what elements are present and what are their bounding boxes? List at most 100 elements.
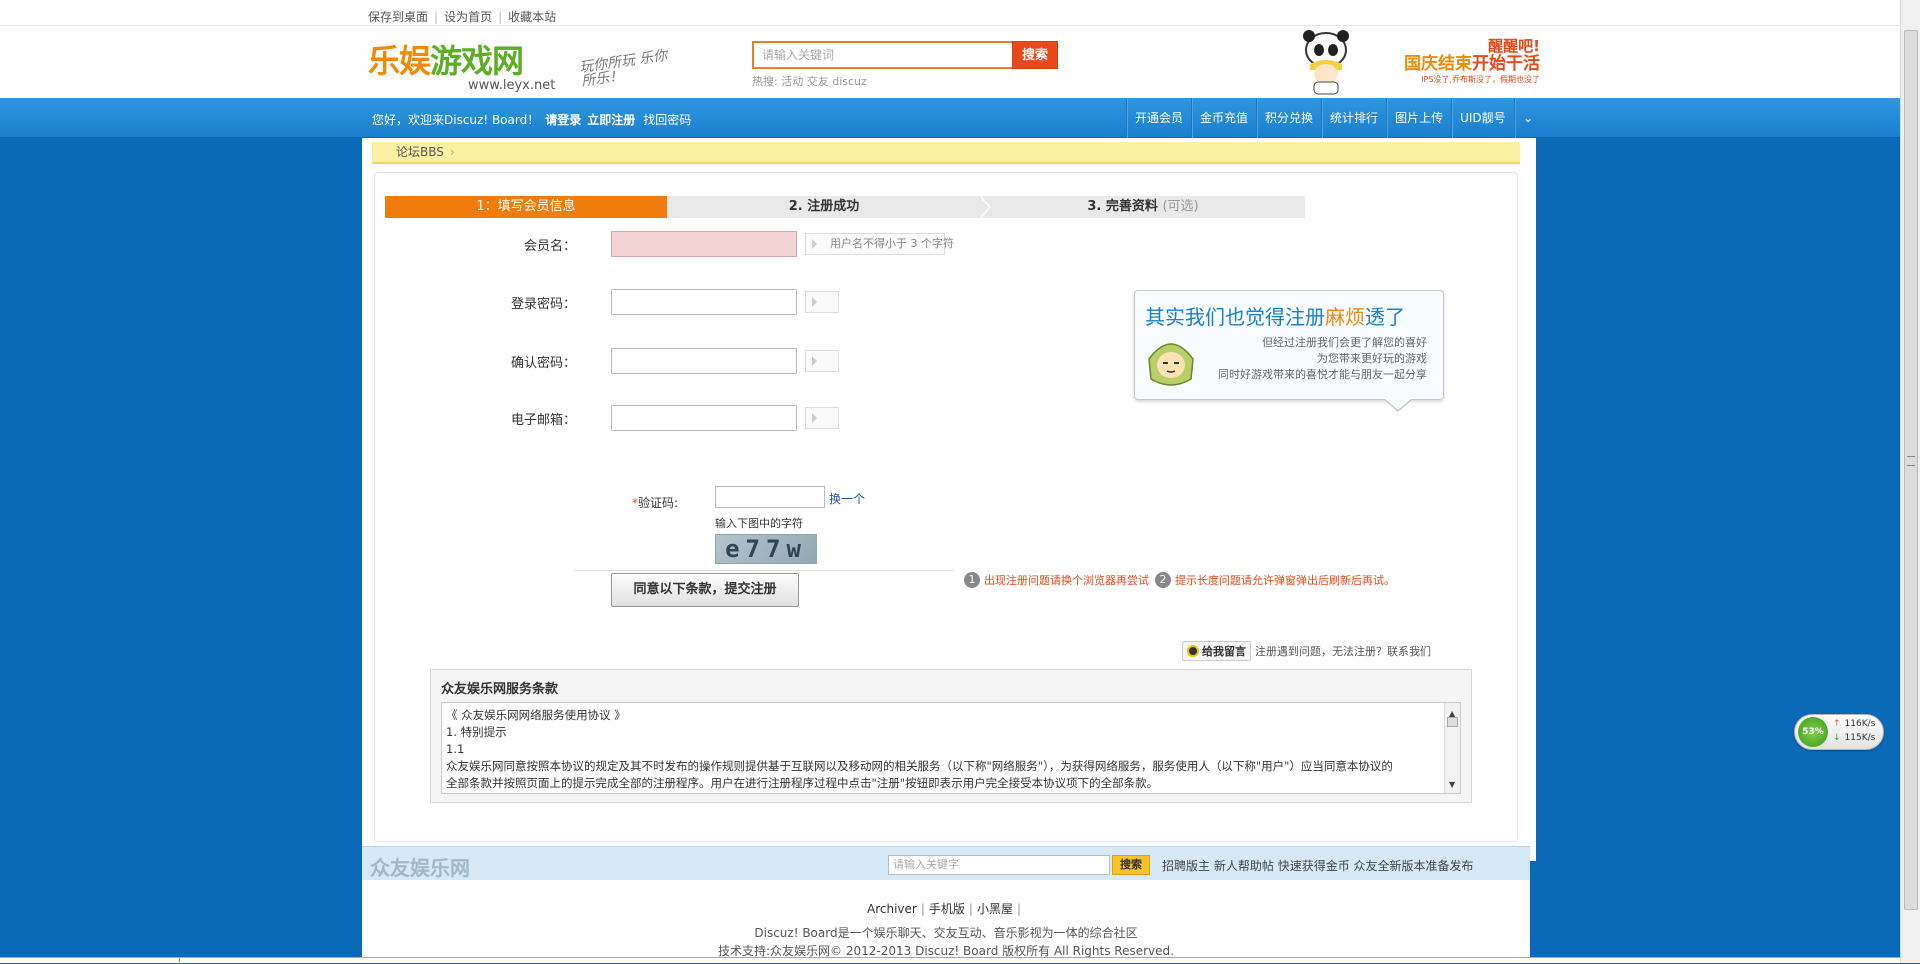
footer-brand: 众友娱乐网 (370, 856, 470, 880)
footer-quick-links: 招聘版主 新人帮助帖 快速获得金币 众友全新版本准备发布 (1162, 857, 1474, 874)
tip-text: 但经过注册我们会更了解您的喜好 为您带来更好玩的游戏 同时好游戏带来的喜悦才能与… (1218, 336, 1427, 381)
captcha-hint: 输入下图中的字符 (715, 517, 803, 530)
bookmark-link[interactable]: 收藏本站 (508, 10, 556, 24)
speed-percent: 53% (1798, 717, 1828, 747)
download-speed: ↓ 115K/s (1833, 733, 1876, 743)
promo-line3: IPS没了,乔布斯没了，假期也没了 (1421, 75, 1540, 84)
taskbar (0, 957, 1900, 964)
search-input[interactable]: 请输入关键词 (752, 41, 1014, 69)
breadcrumb-separator: › (449, 145, 455, 159)
top-bar: 保存到桌面 | 设为首页 | 收藏本站 (0, 0, 1900, 26)
terms-line: 1.1 (446, 742, 465, 756)
taskbar-tab[interactable] (0, 958, 180, 964)
terms-line: 众友娱乐网同意按照本协议的规定及其不时发布的操作规则提供基于互联网以及移动网的相… (446, 759, 1393, 773)
hot-search-item[interactable]: 交友 (807, 75, 829, 88)
chevron-down-icon: ⌄ (1523, 111, 1534, 125)
tip-bubble-tail (1385, 399, 1411, 410)
captcha-refresh-link[interactable]: 换一个 (829, 490, 865, 507)
save-to-desktop-link[interactable]: 保存到桌面 (368, 10, 428, 24)
register-link[interactable]: 立即注册 (581, 113, 635, 127)
recover-password-link[interactable]: 找回密码 (643, 113, 691, 127)
step-2: 2. 注册成功 (667, 196, 981, 218)
footer-link-gold[interactable]: 快速获得金币 (1278, 859, 1350, 873)
breadcrumb-forum-link[interactable]: 论坛BBS (396, 145, 444, 159)
registration-steps: 1：填写会员信息 2. 注册成功 3. 完善资料 (可选) (385, 196, 1305, 218)
footer-search-input[interactable]: 请输入关键字 (888, 855, 1110, 875)
search-button[interactable]: 搜索 (1012, 41, 1058, 69)
main-content: 论坛BBS › 1：填写会员信息 2. 注册成功 3. 完善资料 (可选) 会员名… (362, 138, 1530, 963)
promo-banner[interactable]: 醒醒吧! 国庆结束开始干活 IPS没了,乔布斯没了，假期也没了 (1366, 38, 1540, 86)
nav-more-button[interactable]: ⌄ (1513, 98, 1542, 138)
nav-item-vip[interactable]: 开通会员 (1126, 98, 1191, 138)
contact-area: 给我留言 注册遇到问题，无法注册？联系我们 (1182, 640, 1431, 662)
confirm-password-hint (805, 350, 839, 372)
password-input[interactable] (611, 289, 797, 315)
network-speed-widget[interactable]: 53% ↑ 116K/s ↓ 115K/s (1794, 714, 1884, 750)
terms-line: 《 众友娱乐网网络服务使用协议 》 (446, 708, 626, 722)
scroll-grip-icon (1907, 456, 1915, 466)
page-scroll-thumb[interactable] (1904, 30, 1918, 910)
archiver-link[interactable]: Archiver (867, 902, 917, 916)
footer-link-recruit[interactable]: 招聘版主 (1162, 859, 1210, 873)
warning-number-2: 2 (1155, 572, 1171, 588)
scroll-down-icon[interactable]: ▼ (1449, 776, 1455, 793)
email-input[interactable] (611, 405, 797, 431)
nav-item-recharge[interactable]: 金币充值 (1191, 98, 1256, 138)
nav-item-ranking[interactable]: 统计排行 (1321, 98, 1386, 138)
footer-links: Archiver | 手机版 | 小黑屋 | (866, 902, 1021, 916)
qq-penguin-icon (1187, 645, 1199, 657)
password-label: 登录密码： (510, 297, 576, 312)
email-label: 电子邮箱： (510, 413, 576, 428)
captcha-input[interactable] (715, 486, 825, 508)
terms-title: 众友娱乐网服务条款 (441, 682, 559, 697)
terms-line: 全部条款并按照页面上的提示完成全部的注册程序。用户在进行注册程序过程中点击"注册… (446, 776, 1159, 790)
confirm-password-input[interactable] (611, 348, 797, 374)
page-scrollbar[interactable] (1900, 0, 1920, 963)
footer-link-release[interactable]: 众友全新版本准备发布 (1354, 859, 1474, 873)
main-nav: 您好，欢迎来Discuz! Board！ 请登录 立即注册 找回密码 开通会员 金币充… (0, 98, 1900, 138)
site-logo[interactable]: 乐娱游戏网 www.leyx.net 玩你所玩 乐你所乐！ (368, 36, 1536, 861)
blackroom-link[interactable]: 小黑屋 (977, 902, 1013, 916)
nav-item-exchange[interactable]: 积分兑换 (1256, 98, 1321, 138)
username-label: 会员名： (523, 239, 576, 254)
footer-link-newbie[interactable]: 新人帮助帖 (1214, 859, 1274, 873)
scroll-thumb[interactable] (1447, 717, 1458, 727)
terms-line: 1. 特别提示 (446, 725, 507, 739)
step-3: 3. 完善资料 (可选) (981, 196, 1305, 218)
nav-item-upload[interactable]: 图片上传 (1386, 98, 1451, 138)
welcome-bar: 您好，欢迎来Discuz! Board！ 请登录 立即注册 找回密码 (372, 111, 691, 128)
password-hint (805, 291, 839, 313)
nav-item-uid[interactable]: UID靓号 (1451, 98, 1514, 138)
hot-search-item[interactable]: discuz (832, 75, 867, 88)
leave-message-button[interactable]: 给我留言 (1182, 641, 1251, 661)
divider (574, 570, 954, 571)
captcha-label: *验证码: (632, 496, 679, 510)
terms-textarea[interactable]: 《 众友娱乐网网络服务使用协议 》 1. 特别提示 1.1 众友娱乐网同意按照本… (441, 702, 1461, 794)
mobile-link[interactable]: 手机版 (929, 902, 965, 916)
username-input[interactable] (611, 231, 797, 257)
welcome-text: 您好，欢迎来Discuz! Board！ (372, 113, 540, 127)
contact-text: 注册遇到问题，无法注册？联系我们 (1255, 645, 1431, 658)
logo-url: www.leyx.net (468, 78, 556, 93)
upload-speed: ↑ 116K/s (1833, 719, 1876, 729)
confirm-password-label: 确认密码： (510, 356, 576, 371)
username-hint: 用户名不得小于 3 个字符 (805, 233, 954, 255)
hot-search-item[interactable]: 活动 (781, 75, 803, 88)
separator: | (434, 10, 439, 24)
panda-mascot-image (1303, 30, 1349, 95)
submit-register-button[interactable]: 同意以下条款，提交注册 (611, 573, 799, 607)
registration-warnings: 1 出现注册问题请换个浏览器再尝试 2 提示长度问题请允许弹窗弹出后刷新后再试。 (964, 572, 1395, 588)
set-homepage-link[interactable]: 设为首页 (444, 10, 492, 24)
promo-line1: 醒醒吧! (1488, 37, 1540, 55)
captcha-image[interactable]: e77w (715, 534, 817, 564)
login-link[interactable]: 请登录 (539, 113, 581, 127)
step-arrow (979, 196, 989, 218)
warning-text-2: 提示长度问题请允许弹窗弹出后刷新后再试。 (1175, 574, 1395, 587)
down-arrow-icon: ↓ (1833, 733, 1841, 743)
terms-scrollbar[interactable]: ▲ ▼ (1444, 703, 1460, 793)
nav-right-menu: 开通会员 金币充值 积分兑换 统计排行 图片上传 UID靓号 ⌄ (1126, 98, 1542, 138)
step-1: 1：填写会员信息 (385, 196, 667, 218)
tip-title: 其实我们也觉得注册麻烦透了 (1145, 305, 1405, 329)
terms-of-service: 众友娱乐网服务条款 《 众友娱乐网网络服务使用协议 》 1. 特别提示 1.1 … (430, 669, 1472, 803)
footer-search-button[interactable]: 搜索 (1112, 855, 1150, 875)
